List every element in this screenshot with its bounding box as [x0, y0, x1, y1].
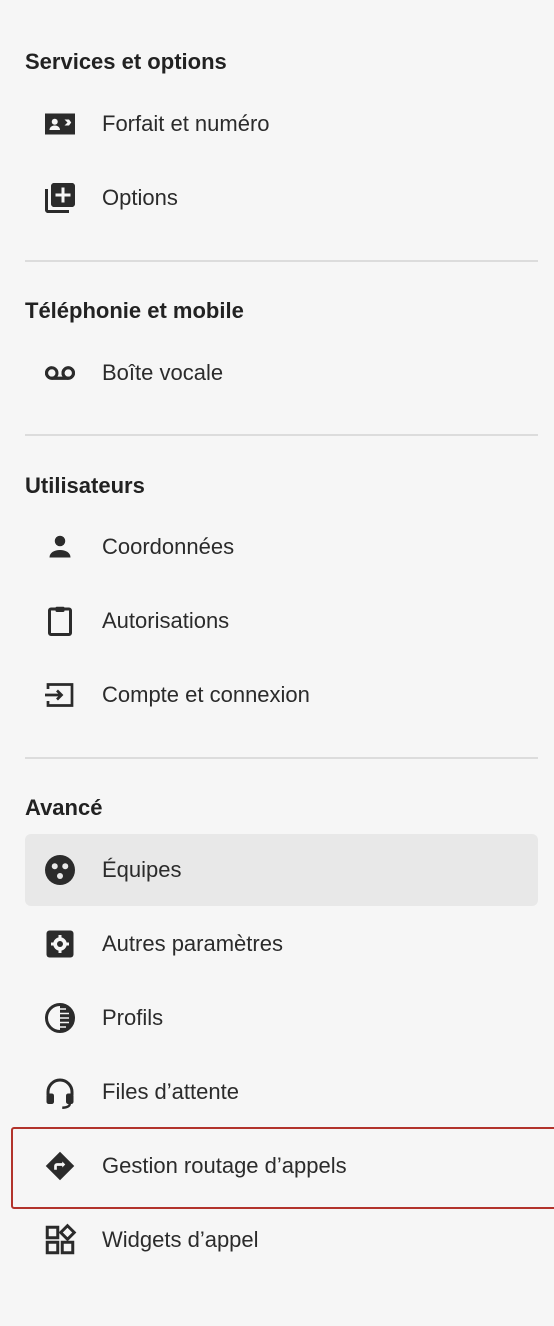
nav-item-label: Équipes: [102, 857, 182, 882]
nav-item-forfait-numero[interactable]: Forfait et numéro: [25, 88, 538, 160]
nav-item-label: Widgets d’appel: [102, 1227, 259, 1252]
nav-item-label: Boîte vocale: [102, 360, 224, 385]
section-divider: [25, 757, 538, 759]
nav-item-label: Autorisations: [102, 608, 230, 633]
nav-item-label: Forfait et numéro: [102, 111, 270, 136]
nav-item-label: Compte et connexion: [102, 682, 310, 707]
contact-card-icon: [41, 105, 79, 143]
team-icon: [41, 851, 79, 889]
route-diamond-icon: [41, 1147, 79, 1185]
nav-item-coordonnees[interactable]: Coordonnées: [25, 511, 538, 583]
nav-item-options[interactable]: Options: [25, 162, 538, 234]
settings-box-icon: [41, 925, 79, 963]
nav-item-widgets-appel[interactable]: Widgets d’appel: [25, 1204, 538, 1276]
section-title-services: Services et options: [25, 49, 227, 74]
voicemail-icon: [41, 354, 79, 392]
nav-item-profils[interactable]: Profils: [25, 982, 538, 1054]
nav-item-files-attente[interactable]: Files d’attente: [25, 1056, 538, 1128]
section-title-utilisateurs: Utilisateurs: [25, 473, 145, 498]
nav-item-gestion-routage[interactable]: Gestion routage d’appels: [25, 1130, 538, 1202]
nav-item-autres-parametres[interactable]: Autres paramètres: [25, 908, 538, 980]
section-title-telephonie: Téléphonie et mobile: [25, 298, 244, 323]
section-divider: [25, 260, 538, 262]
nav-item-label: Options: [102, 185, 178, 210]
section-divider: [25, 434, 538, 436]
nav-item-label: Coordonnées: [102, 534, 235, 559]
section-title-avance: Avancé: [25, 795, 103, 820]
widgets-icon: [41, 1221, 79, 1259]
nav-item-label: Files d’attente: [102, 1079, 239, 1104]
nav-item-equipes[interactable]: Équipes: [25, 834, 538, 906]
nav-item-compte-connexion[interactable]: Compte et connexion: [25, 659, 538, 731]
nav-item-autorisations[interactable]: Autorisations: [25, 585, 538, 657]
clipboard-icon: [41, 602, 79, 640]
nav-item-label: Gestion routage d’appels: [102, 1153, 347, 1178]
headset-icon: [41, 1073, 79, 1111]
contrast-icon: [41, 999, 79, 1037]
library-add-icon: [41, 179, 79, 217]
settings-sidebar: Services et options Forfait et numéro Op…: [0, 0, 554, 1326]
person-icon: [41, 528, 79, 566]
nav-item-label: Autres paramètres: [102, 931, 283, 956]
nav-item-boite-vocale[interactable]: Boîte vocale: [25, 337, 538, 409]
login-icon: [41, 676, 79, 714]
nav-item-label: Profils: [102, 1005, 164, 1030]
